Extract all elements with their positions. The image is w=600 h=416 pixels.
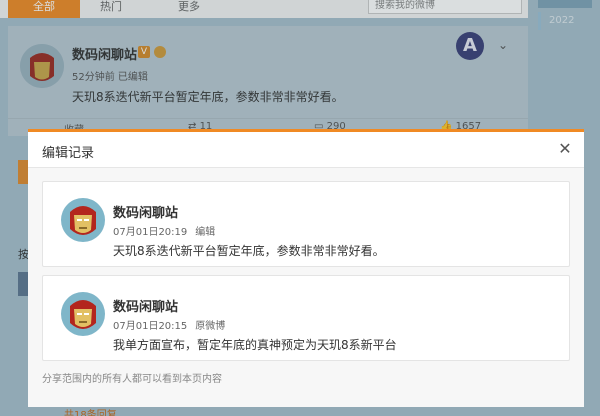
edit-record: 数码闲聊站 07月01日20:19 编辑 天玑8系迭代新平台暂定年底，参数非常非常… [42,181,570,267]
record-text: 天玑8系迭代新平台暂定年底，参数非常非常好看。 [113,244,385,258]
close-icon[interactable]: ✕ [556,140,574,158]
record-meta: 07月01日20:15 原微博 [113,317,225,332]
share-scope-note: 分享范围内的所有人都可以看到本页内容 [42,374,222,385]
edit-record: 数码闲聊站 07月01日20:15 原微博 我单方面宣布，暂定年底的真神预定为天玑… [42,275,570,361]
ironman-avatar-icon [61,198,105,242]
record-tag: 原微博 [195,321,226,332]
record-tag: 编辑 [195,227,216,238]
avatar[interactable] [61,292,105,336]
ironman-avatar-icon [61,292,105,336]
record-author[interactable]: 数码闲聊站 [113,296,178,315]
edit-history-modal: 编辑记录 ✕ 数码闲聊站 07月01日20:19 编辑 天玑8系迭代新平台暂定年底… [28,129,584,407]
modal-header: 编辑记录 ✕ [28,132,584,168]
modal-title: 编辑记录 [42,146,95,161]
record-time: 07月01日20:15 [113,321,188,332]
record-meta: 07月01日20:19 编辑 [113,223,215,238]
record-author[interactable]: 数码闲聊站 [113,202,178,221]
avatar[interactable] [61,198,105,242]
record-text: 我单方面宣布，暂定年底的真神预定为天玑8系新平台 [113,338,397,352]
record-time: 07月01日20:19 [113,227,188,238]
